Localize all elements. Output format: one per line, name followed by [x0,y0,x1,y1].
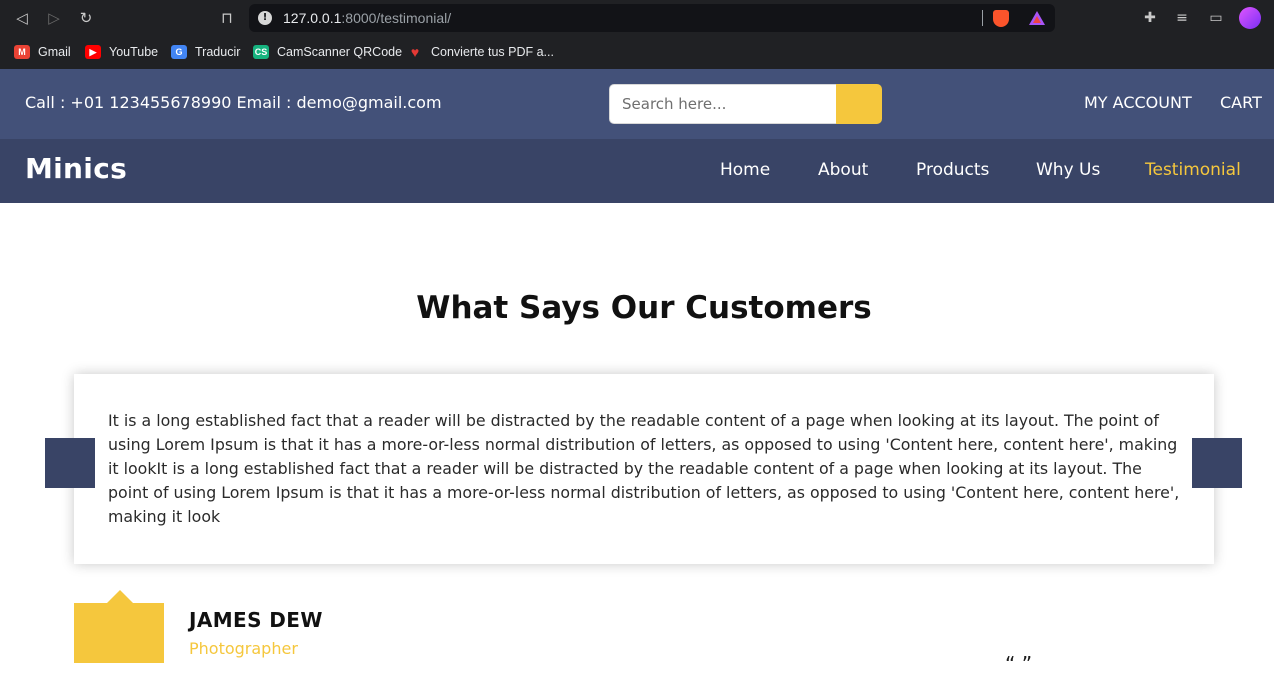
cart-link[interactable]: CART [1220,93,1262,112]
site-logo[interactable]: Minics [25,152,127,185]
quote-icon: “ ” [1005,652,1033,676]
author-pointer [106,590,134,604]
url-divider [982,10,983,26]
bookmark-youtube[interactable]: ▶ YouTube [85,42,158,62]
wallet-icon[interactable]: ▭ [1207,9,1225,27]
author-avatar [74,603,164,663]
bookmark-icon[interactable]: ⊓ [217,8,237,28]
bookmarks-bar: M Gmail ▶ YouTube G Traducir CS CamScann… [0,36,1274,69]
nav-home[interactable]: Home [720,160,770,180]
youtube-icon: ▶ [85,45,101,59]
address-bar[interactable]: ! 127.0.0.1:8000/testimonial/ [249,4,1055,32]
my-account-link[interactable]: MY ACCOUNT [1084,93,1192,112]
site-topbar: Call : +01 123455678990 Email : demo@gma… [0,69,1274,139]
bookmark-pdf[interactable]: ♥ Convierte tus PDF a... [407,42,554,62]
bookmark-label: YouTube [109,45,159,59]
nav-products[interactable]: Products [916,160,989,180]
site-info-icon[interactable]: ! [258,11,272,25]
bookmark-camscanner[interactable]: CS CamScanner QRCode [253,42,402,62]
bookmark-label: Convierte tus PDF a... [431,45,554,59]
bookmark-label: CamScanner QRCode [277,45,403,59]
search-button[interactable] [836,84,882,124]
testimonial-card: It is a long established fact that a rea… [74,374,1214,564]
reload-icon[interactable]: ↻ [76,8,96,28]
section-title: What Says Our Customers [416,290,872,326]
profile-avatar[interactable] [1239,7,1261,29]
search-form [609,84,882,124]
nav-why-us[interactable]: Why Us [1036,160,1100,180]
brave-rewards-icon[interactable] [1029,11,1045,25]
bookmark-traducir[interactable]: G Traducir [171,42,240,62]
bookmark-label: Gmail [38,45,71,59]
bookmark-gmail[interactable]: M Gmail [14,42,71,62]
brave-shields-icon[interactable] [993,10,1009,27]
forward-icon[interactable]: ▷ [44,8,64,28]
gmail-icon: M [14,45,30,59]
nav-about[interactable]: About [818,160,868,180]
carousel-prev-button[interactable] [45,438,95,488]
extensions-icon[interactable]: ✚ [1141,9,1159,27]
search-input[interactable] [609,84,837,124]
author-name: JAMES DEW [189,608,323,632]
carousel-next-button[interactable] [1192,438,1242,488]
camscanner-icon: CS [253,45,269,59]
bookmark-label: Traducir [195,45,241,59]
url-text[interactable]: 127.0.0.1:8000/testimonial/ [283,10,451,26]
author-role: Photographer [189,639,298,658]
back-icon[interactable]: ◁ [12,8,32,28]
contact-info: Call : +01 123455678990 Email : demo@gma… [25,93,442,112]
pdf-heart-icon: ♥ [410,44,420,60]
nav-testimonial[interactable]: Testimonial [1145,160,1241,180]
testimonial-text: It is a long established fact that a rea… [108,411,1180,526]
playlist-icon[interactable]: ≡ [1173,9,1191,27]
main-navbar: Minics Home About Products Why Us Testim… [0,139,1274,203]
browser-toolbar: ◁ ▷ ↻ ⊓ ! 127.0.0.1:8000/testimonial/ ✚ … [0,0,1274,36]
translate-icon: G [171,45,187,59]
